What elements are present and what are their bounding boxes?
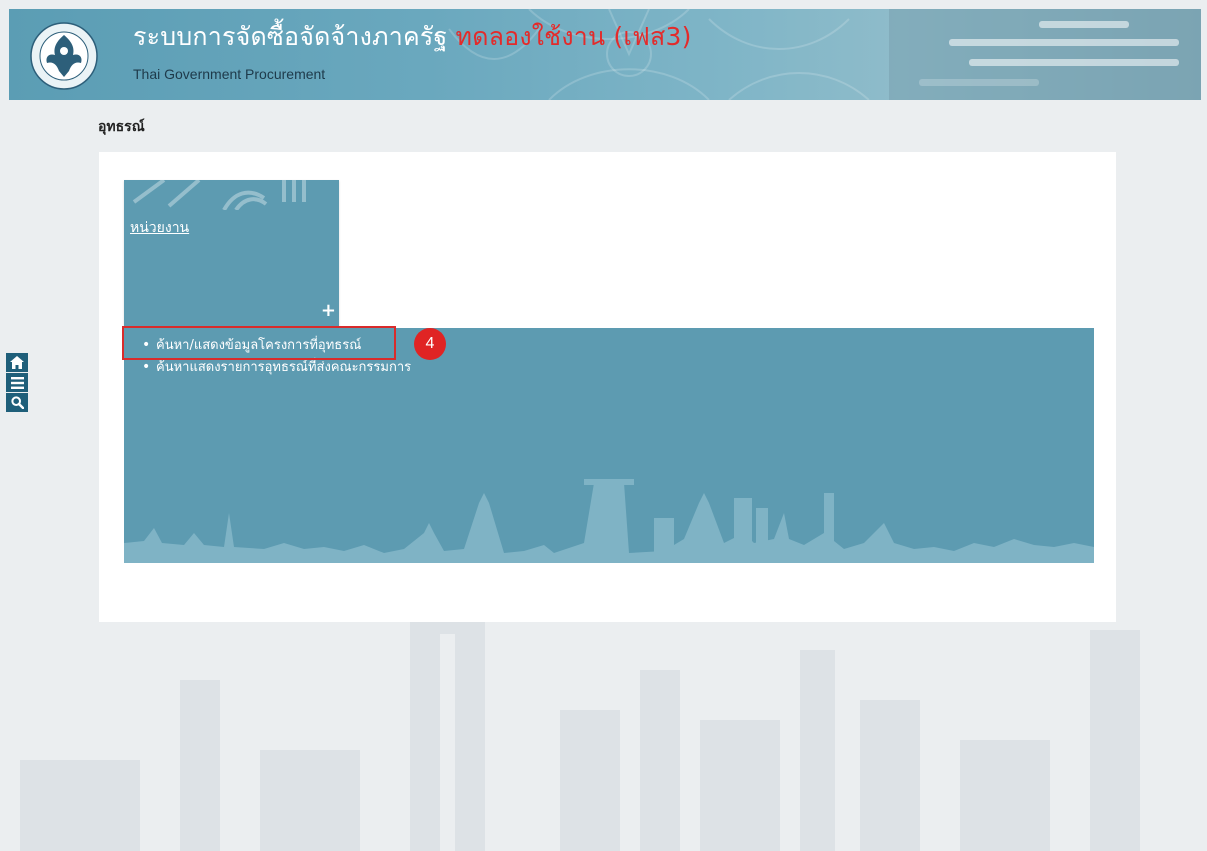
search-icon [10, 396, 24, 409]
home-button[interactable] [6, 353, 28, 372]
tile-decoration [132, 180, 306, 210]
tile-agency-label[interactable]: หน่วยงาน [130, 217, 189, 239]
menu-icon [10, 376, 24, 389]
expand-plus-icon[interactable]: + [321, 302, 336, 320]
submenu-item-label[interactable]: ค้นหา/แสดงข้อมูลโครงการที่อุทธรณ์ [156, 338, 361, 353]
home-icon [10, 356, 24, 369]
header-banner-block [889, 9, 1201, 100]
trial-label: ทดลองใช้งาน (เฟส3) [455, 22, 692, 51]
menu-button[interactable] [6, 373, 28, 392]
site-header: ระบบการจัดซื้อจัดจ้างภาครัฐ ทดลองใช้งาน (… [9, 9, 1201, 100]
submenu-list: • ค้นหา/แสดงข้อมูลโครงการที่อุทธรณ์ • ค้นห… [142, 334, 411, 378]
search-button[interactable] [6, 393, 28, 412]
submenu-item-search-appeals-sent-to-committee[interactable]: • ค้นหาแสดงรายการอุทธรณ์ที่ส่งคณะกรรมการ [142, 356, 411, 378]
tile-agency[interactable]: หน่วยงาน + [124, 180, 339, 328]
bullet-icon: • [142, 337, 151, 353]
step-badge: 4 [414, 328, 446, 360]
app-title-text: ระบบการจัดซื้อจัดจ้างภาครัฐ [133, 22, 448, 51]
skyline-illustration [124, 479, 1094, 563]
bullet-icon: • [142, 359, 151, 375]
submenu-panel: • ค้นหา/แสดงข้อมูลโครงการที่อุทธรณ์ • ค้นห… [124, 328, 1094, 563]
submenu-item-search-appeal-projects[interactable]: • ค้นหา/แสดงข้อมูลโครงการที่อุทธรณ์ [142, 334, 411, 356]
comptroller-general-logo [30, 22, 98, 90]
page-title: อุทธรณ์ [98, 119, 145, 135]
side-toolbar [6, 353, 28, 413]
submenu-item-label[interactable]: ค้นหาแสดงรายการอุทธรณ์ที่ส่งคณะกรรมการ [156, 360, 411, 375]
app-title: ระบบการจัดซื้อจัดจ้างภาครัฐ ทดลองใช้งาน (… [133, 17, 692, 57]
app-subtitle: Thai Government Procurement [133, 66, 326, 82]
